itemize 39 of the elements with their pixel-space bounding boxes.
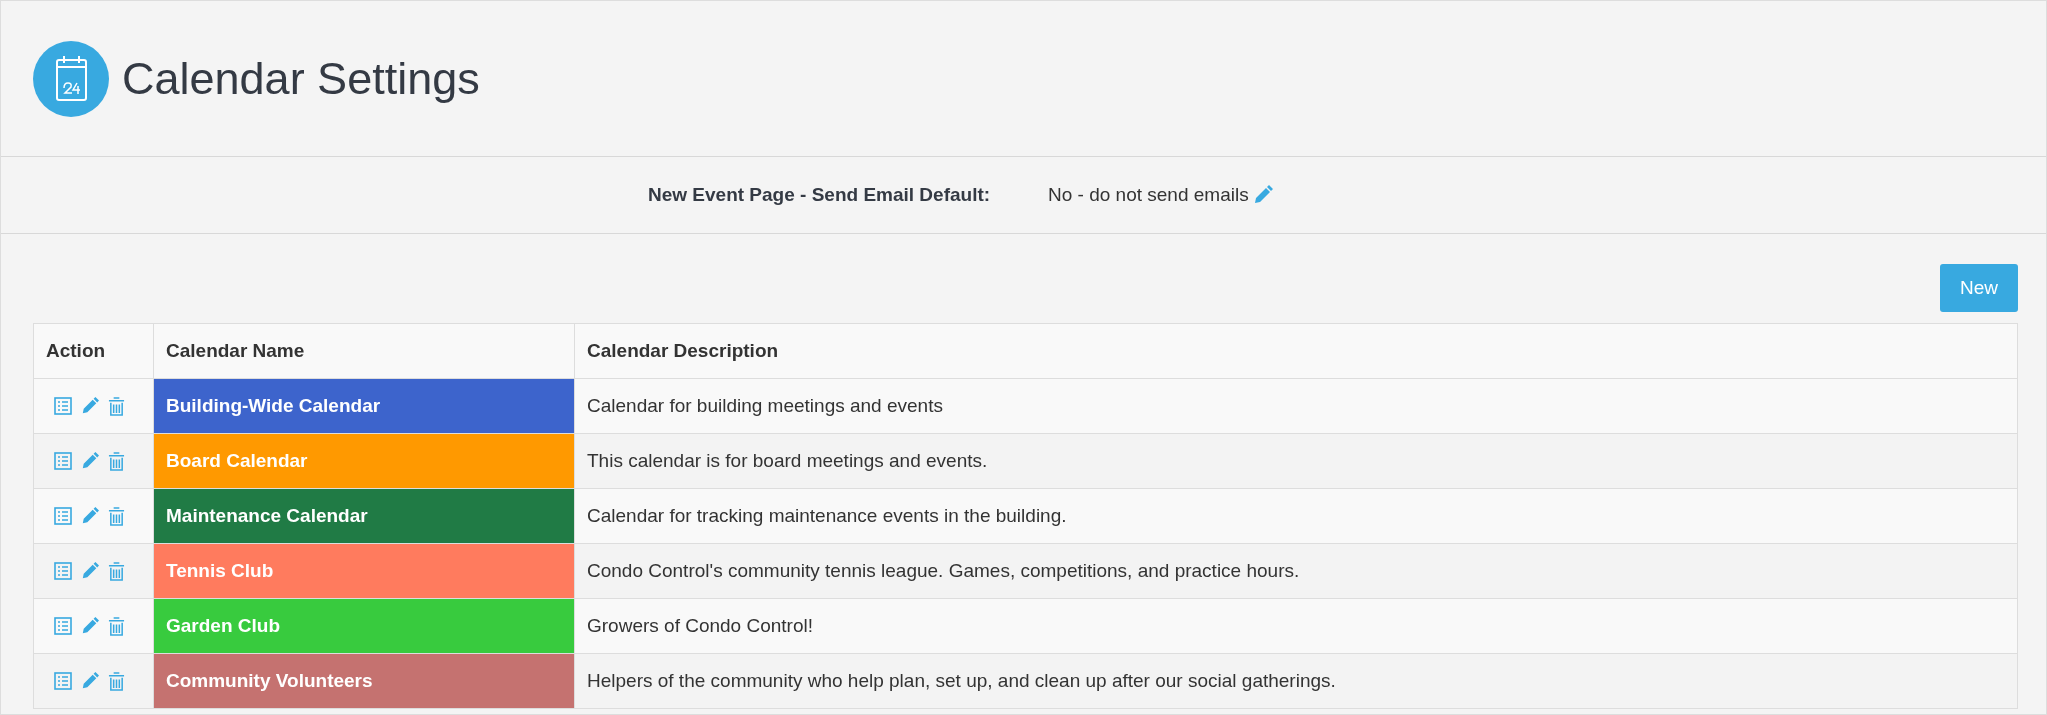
- calendar-icon: [33, 40, 109, 117]
- edit-icon[interactable]: [81, 562, 99, 580]
- list-icon[interactable]: [54, 507, 72, 525]
- edit-icon[interactable]: [81, 397, 99, 415]
- edit-icon[interactable]: [81, 452, 99, 470]
- list-icon[interactable]: [54, 397, 72, 415]
- calendar-description-cell: Growers of Condo Control!: [574, 598, 2018, 654]
- page-title: Calendar Settings: [122, 52, 480, 105]
- calendar-description-cell: This calendar is for board meetings and events.: [574, 433, 2018, 489]
- column-header: Calendar Name: [153, 323, 575, 379]
- trash-icon[interactable]: [108, 616, 125, 636]
- new-button[interactable]: New: [1940, 264, 2018, 312]
- edit-icon[interactable]: [1252, 185, 1273, 205]
- setting-value: No - do not send emails: [1048, 184, 1249, 206]
- setting-label: New Event Page - Send Email Default:: [648, 184, 992, 206]
- calendar-name-cell: Garden Club: [153, 598, 575, 654]
- edit-icon[interactable]: [81, 672, 99, 690]
- list-icon[interactable]: [54, 617, 72, 635]
- calendar-description-cell: Condo Control's community tennis league. Games, competitions, and practice hours.: [574, 543, 2018, 599]
- calendar-name-cell: Building-Wide Calendar: [153, 378, 575, 434]
- calendar-description-cell: Helpers of the community who help plan, set up, and clean up after our social gatherings.: [574, 653, 2018, 709]
- trash-icon[interactable]: [108, 396, 125, 416]
- calendar-description-cell: Calendar for tracking maintenance events in the building.: [574, 488, 2018, 544]
- trash-icon[interactable]: [108, 506, 125, 526]
- list-icon[interactable]: [54, 562, 72, 580]
- calendar-name-cell: Tennis Club: [153, 543, 575, 599]
- calendar-description-cell: Calendar for building meetings and events: [574, 378, 2018, 434]
- column-header: Calendar Description: [574, 323, 2018, 379]
- trash-icon[interactable]: [108, 451, 125, 471]
- list-icon[interactable]: [54, 452, 72, 470]
- calendar-name-cell: Maintenance Calendar: [153, 488, 575, 544]
- trash-icon[interactable]: [108, 671, 125, 691]
- trash-icon[interactable]: [108, 561, 125, 581]
- list-icon[interactable]: [54, 672, 72, 690]
- column-header: Action: [33, 323, 154, 379]
- edit-icon[interactable]: [81, 617, 99, 635]
- calendar-name-cell: Board Calendar: [153, 433, 575, 489]
- calendar-name-cell: Community Volunteers: [153, 653, 575, 709]
- edit-icon[interactable]: [81, 507, 99, 525]
